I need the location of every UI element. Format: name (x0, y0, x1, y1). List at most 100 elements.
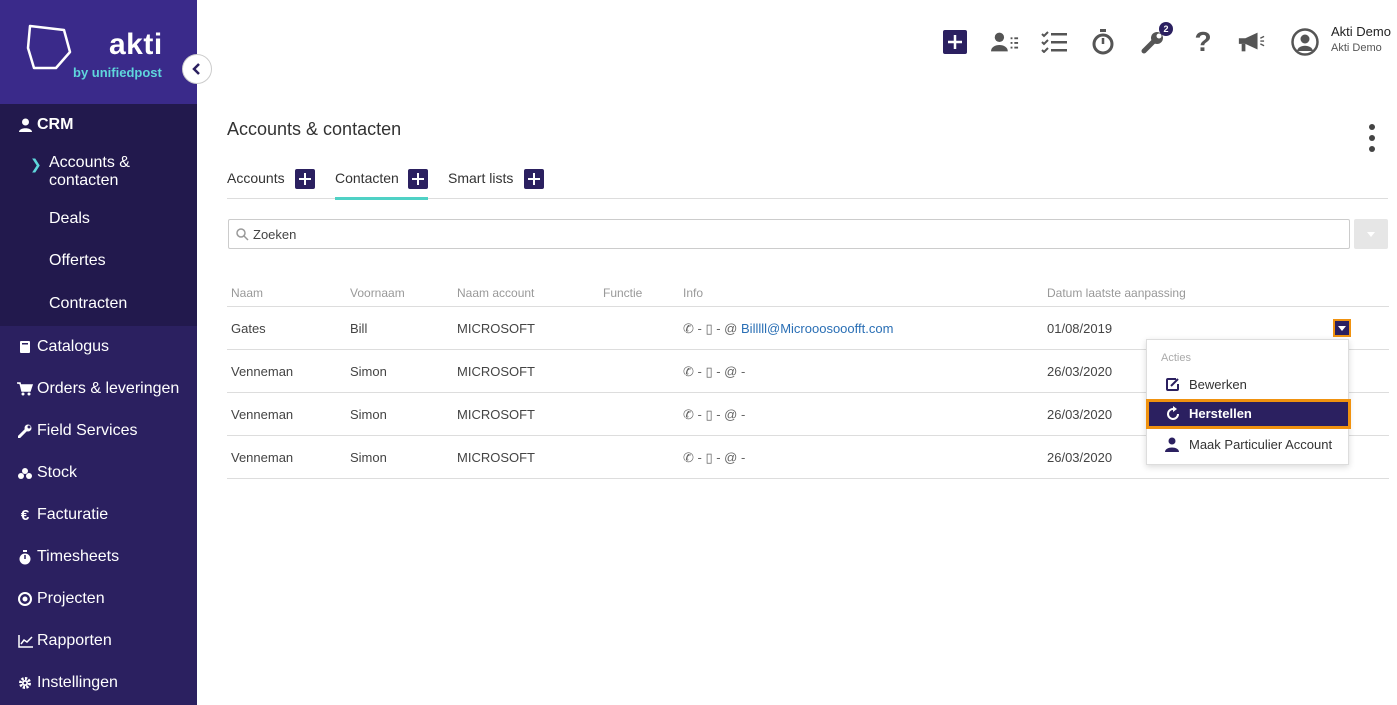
column-header-functie[interactable]: Functie (603, 286, 642, 300)
sidebar-item-field-services[interactable]: Field Services (0, 410, 197, 452)
menu-item-bewerken[interactable]: Bewerken (1147, 370, 1348, 400)
sidebar-item-label: Timesheets (37, 548, 120, 565)
cell-account: MICROSOFT (457, 450, 535, 465)
announcements-button[interactable] (1237, 28, 1265, 56)
search-input[interactable] (253, 220, 1343, 248)
add-account-button[interactable] (295, 169, 315, 189)
add-button[interactable] (941, 28, 969, 56)
sidebar-item-rapporten[interactable]: Rapporten (0, 620, 197, 662)
user-list-icon (991, 32, 1019, 52)
caret-down-icon (1338, 325, 1346, 331)
chevron-left-icon (192, 63, 200, 75)
sidebar-item-orders[interactable]: Orders & leveringen (0, 368, 197, 410)
cell-voornaam: Simon (350, 407, 387, 422)
menu-heading: Acties (1161, 352, 1191, 364)
contacts-list-button[interactable] (991, 28, 1019, 56)
menu-item-label: Bewerken (1189, 377, 1247, 392)
phone-icon: ✆ (683, 407, 694, 422)
dot-icon (1369, 124, 1375, 130)
cell-info: ✆ - ▯ - @ - (683, 407, 745, 423)
menu-item-herstellen[interactable]: Herstellen (1146, 399, 1351, 429)
crm-group: CRM ❯ Accounts & contacten Deals Offerte… (0, 104, 197, 326)
plus-icon (943, 30, 967, 54)
top-bar: 2 ? Akti Demo Akti Demo (197, 0, 1397, 86)
collapse-sidebar-button[interactable] (182, 54, 212, 84)
phone-icon: ✆ (683, 364, 694, 379)
column-header-naam[interactable]: Naam (231, 286, 263, 300)
cell-info: ✆ - ▯ - @ Billlll@Microoosooofft.com (683, 321, 893, 337)
timer-button[interactable] (1089, 28, 1117, 56)
help-button[interactable]: ? (1189, 26, 1217, 57)
info-prefix: - ▯ - @ - (697, 450, 746, 465)
cell-datum: 26/03/2020 (1047, 407, 1113, 422)
stopwatch-icon (17, 549, 33, 565)
add-contact-button[interactable] (408, 169, 428, 189)
user-name[interactable]: Akti Demo (1331, 24, 1391, 39)
search-filter-dropdown[interactable] (1354, 219, 1388, 249)
plus-icon (528, 173, 540, 185)
sidebar-item-label: Offertes (49, 252, 106, 269)
tab-label: Contacten (335, 170, 399, 186)
sidebar-item-timesheets[interactable]: Timesheets (0, 536, 197, 578)
column-header-account[interactable]: Naam account (457, 286, 534, 300)
row-actions-toggle[interactable] (1333, 319, 1351, 337)
tab-label: Smart lists (448, 170, 514, 186)
add-smart-list-button[interactable] (524, 169, 544, 189)
menu-item-maak-particulier-account[interactable]: Maak Particulier Account (1147, 430, 1348, 460)
sidebar-item-label: Orders & leveringen (37, 380, 180, 397)
boxes-icon (17, 467, 33, 480)
cell-account: MICROSOFT (457, 364, 535, 379)
cell-voornaam: Bill (350, 321, 368, 336)
sidebar-item-crm[interactable]: CRM (0, 104, 197, 146)
sidebar-item-stock[interactable]: Stock (0, 452, 197, 494)
cell-info: ✆ - ▯ - @ - (683, 450, 745, 466)
stopwatch-icon (1092, 29, 1114, 55)
tab-contacten[interactable]: Contacten (335, 164, 429, 200)
megaphone-icon (1238, 32, 1265, 52)
tab-bar: Accounts Contacten Smart lists (227, 164, 1388, 200)
column-header-datum[interactable]: Datum laatste aanpassing (1047, 286, 1186, 300)
info-prefix: - ▯ - @ (697, 321, 738, 336)
phone-icon: ✆ (683, 321, 694, 336)
sidebar-item-catalogus[interactable]: Catalogus (0, 326, 197, 368)
restore-icon (1167, 406, 1179, 420)
sidebar-item-accounts-contacten[interactable]: ❯ Accounts & contacten (0, 146, 197, 198)
more-options-button[interactable] (1366, 124, 1378, 152)
cell-naam: Venneman (231, 364, 294, 379)
sidebar-item-facturatie[interactable]: € Facturatie (0, 494, 197, 536)
target-icon (17, 592, 33, 606)
search-box (228, 219, 1350, 249)
sidebar-item-label: Accounts & contacten (49, 154, 130, 189)
user-icon (1165, 437, 1179, 452)
chevron-right-icon: ❯ (30, 156, 42, 172)
user-circle-icon (1291, 28, 1319, 56)
sidebar-item-projecten[interactable]: Projecten (0, 578, 197, 620)
plus-icon (299, 173, 311, 185)
column-header-info[interactable]: Info (683, 286, 703, 300)
brand-subtitle: by unifiedpost (73, 65, 162, 80)
cell-datum: 26/03/2020 (1047, 364, 1113, 379)
sidebar-item-instellingen[interactable]: Instellingen (0, 662, 197, 704)
sidebar-item-label: CRM (37, 116, 74, 133)
email-link[interactable]: Billlll@Microoosooofft.com (741, 321, 893, 336)
sidebar-item-deals[interactable]: Deals (0, 198, 197, 240)
tab-accounts[interactable]: Accounts (227, 164, 317, 199)
sidebar-item-label: Facturatie (37, 506, 109, 523)
user-avatar[interactable] (1291, 28, 1319, 56)
page-title: Accounts & contacten (227, 119, 402, 139)
tasks-button[interactable] (1040, 28, 1068, 56)
sidebar-item-label: Field Services (37, 422, 138, 439)
column-header-voornaam[interactable]: Voornaam (350, 286, 405, 300)
dot-icon (1369, 135, 1375, 141)
menu-item-label: Maak Particulier Account (1189, 437, 1333, 452)
notification-badge: 2 (1159, 22, 1173, 36)
tab-smart-lists[interactable]: Smart lists (448, 164, 548, 199)
plus-icon (412, 173, 424, 185)
sidebar-item-offertes[interactable]: Offertes (0, 240, 197, 282)
sidebar-item-contracten[interactable]: Contracten (0, 282, 197, 326)
cell-account: MICROSOFT (457, 407, 535, 422)
info-prefix: - ▯ - @ - (697, 407, 746, 422)
search-icon (236, 228, 249, 241)
sidebar-item-label: Contracten (49, 295, 128, 312)
tools-button[interactable]: 2 (1139, 22, 1173, 56)
